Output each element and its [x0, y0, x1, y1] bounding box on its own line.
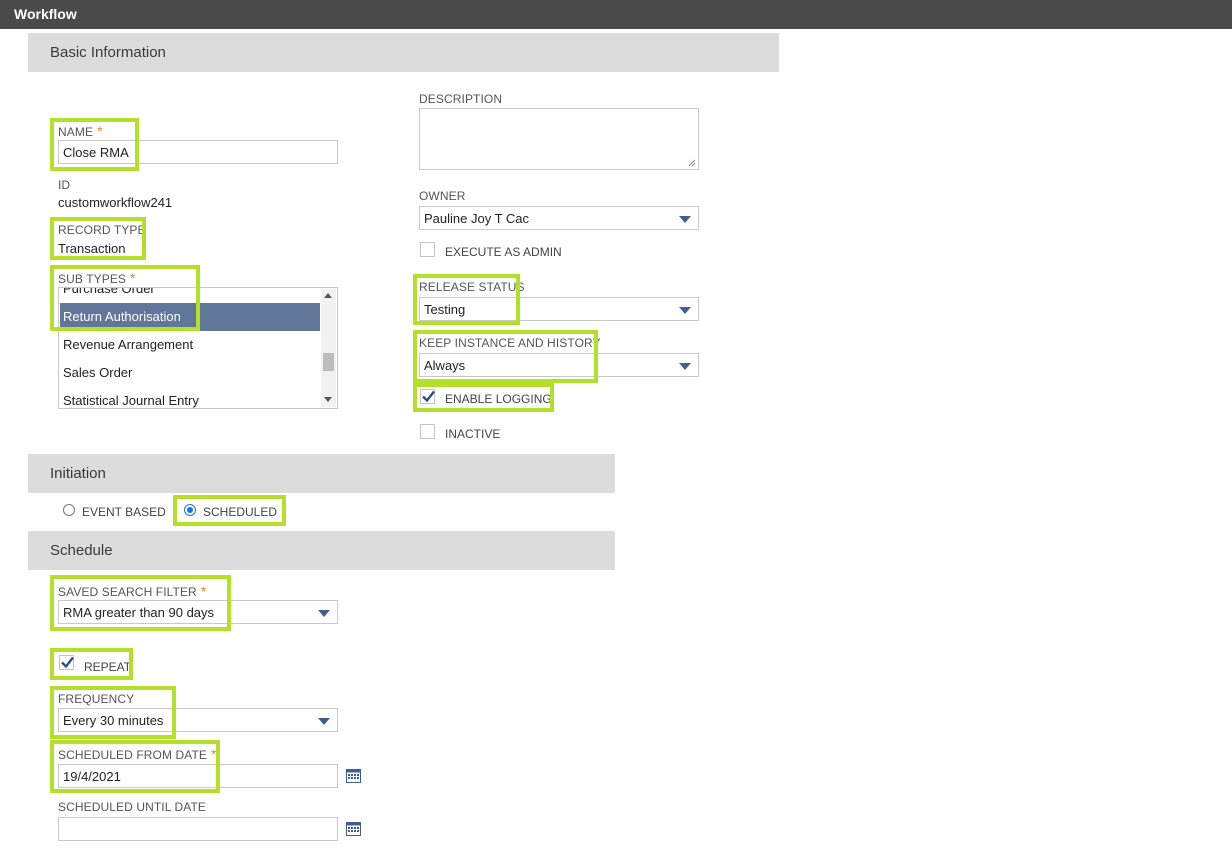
- id-value: customworkflow241: [58, 195, 173, 210]
- release-status-label: RELEASE STATUS: [419, 280, 525, 294]
- keep-instance-select[interactable]: Always: [419, 353, 699, 377]
- inactive-label: INACTIVE: [445, 427, 501, 441]
- owner-label: OWNER: [419, 189, 466, 203]
- description-textarea[interactable]: [419, 108, 699, 170]
- section-title: Basic Information: [50, 44, 166, 61]
- from-date-label: SCHEDULED FROM DATE *: [58, 746, 217, 762]
- enable-logging-checkbox[interactable]: [420, 389, 435, 404]
- chevron-down-icon[interactable]: [318, 718, 330, 725]
- listbox-scrollbar[interactable]: [321, 289, 336, 407]
- section-basic-information[interactable]: Basic Information: [28, 33, 779, 72]
- checkmark-icon: [422, 390, 435, 403]
- scroll-down-icon[interactable]: [324, 397, 332, 402]
- list-item[interactable]: Purchase Order: [60, 288, 320, 303]
- scheduled-label: SCHEDULED: [203, 505, 278, 519]
- scheduled-radio[interactable]: [184, 504, 196, 516]
- window-title: Workflow: [14, 6, 77, 22]
- resize-handle-icon[interactable]: [688, 159, 696, 167]
- saved-search-select[interactable]: RMA greater than 90 days: [58, 600, 338, 624]
- calendar-icon[interactable]: [346, 768, 361, 783]
- event-based-radio[interactable]: [63, 504, 75, 516]
- title-bar: Workflow: [0, 0, 1232, 29]
- frequency-label: FREQUENCY: [58, 692, 135, 706]
- description-label: DESCRIPTION: [419, 92, 503, 106]
- name-input[interactable]: Close RMA: [58, 140, 338, 164]
- section-title: Schedule: [50, 542, 113, 559]
- execute-as-admin-label: EXECUTE AS ADMIN: [445, 245, 562, 259]
- id-label: ID: [58, 178, 71, 192]
- frequency-select[interactable]: Every 30 minutes: [58, 708, 338, 732]
- sub-types-label: SUB TYPES *: [58, 270, 136, 286]
- name-label: NAME *: [58, 123, 103, 139]
- inactive-checkbox[interactable]: [420, 424, 435, 439]
- release-status-select[interactable]: Testing: [419, 297, 699, 321]
- enable-logging-label: ENABLE LOGGING: [445, 392, 552, 406]
- scroll-thumb[interactable]: [323, 353, 334, 371]
- chevron-down-icon[interactable]: [679, 216, 691, 223]
- repeat-checkbox[interactable]: [59, 655, 74, 670]
- execute-as-admin-checkbox[interactable]: [420, 242, 435, 257]
- event-based-label: EVENT BASED: [82, 505, 166, 519]
- record-type-label: RECORD TYPE: [58, 223, 146, 237]
- keep-instance-label: KEEP INSTANCE AND HISTORY: [419, 336, 601, 350]
- checkmark-icon: [61, 656, 74, 669]
- sub-types-listbox[interactable]: Purchase Order Return Authorisation Reve…: [58, 287, 338, 409]
- chevron-down-icon[interactable]: [679, 307, 691, 314]
- section-title: Initiation: [50, 465, 106, 482]
- calendar-icon[interactable]: [346, 821, 361, 836]
- repeat-label: REPEAT: [84, 660, 132, 674]
- from-date-input[interactable]: 19/4/2021: [58, 764, 338, 788]
- saved-search-label: SAVED SEARCH FILTER *: [58, 583, 207, 599]
- section-schedule[interactable]: Schedule: [28, 531, 615, 570]
- until-date-input[interactable]: [58, 817, 338, 841]
- chevron-down-icon[interactable]: [318, 610, 330, 617]
- record-type-value: Transaction: [58, 241, 126, 256]
- owner-select[interactable]: Pauline Joy T Cac: [419, 206, 699, 230]
- list-item-selected[interactable]: Return Authorisation: [60, 303, 320, 331]
- scroll-up-icon[interactable]: [324, 293, 332, 298]
- list-item[interactable]: Revenue Arrangement: [60, 331, 320, 359]
- until-date-label: SCHEDULED UNTIL DATE: [58, 800, 207, 814]
- list-item[interactable]: Sales Order: [60, 359, 320, 387]
- chevron-down-icon[interactable]: [679, 363, 691, 370]
- section-initiation[interactable]: Initiation: [28, 454, 615, 493]
- list-item[interactable]: Statistical Journal Entry: [60, 387, 320, 408]
